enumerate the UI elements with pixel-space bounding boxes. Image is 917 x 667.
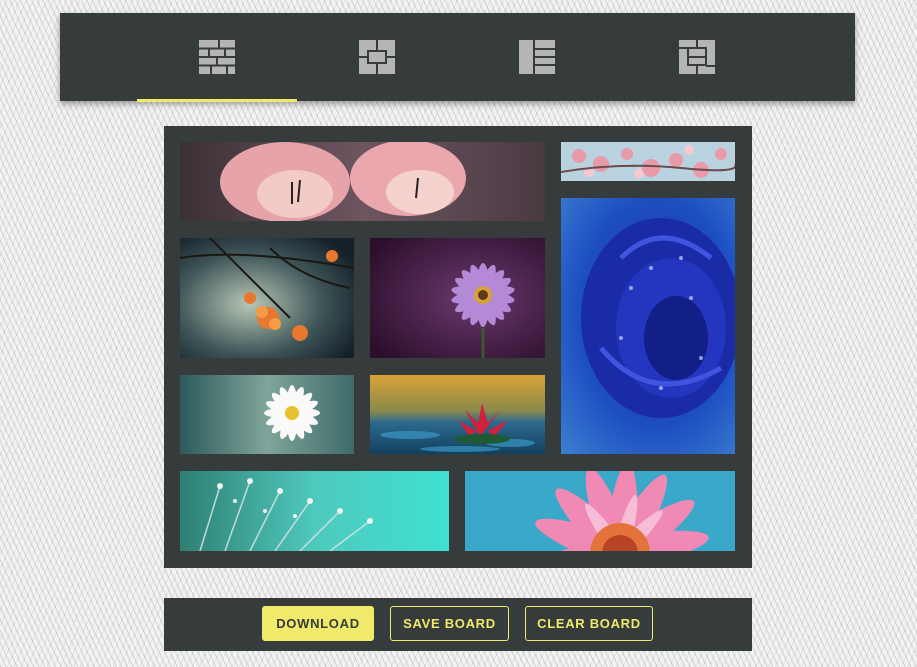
photo-tile-purple-daisy[interactable] bbox=[370, 238, 545, 358]
photo-tile-white-daisy[interactable] bbox=[180, 375, 354, 454]
layout-tab-bar bbox=[60, 13, 855, 102]
tab-brick-layout[interactable] bbox=[137, 13, 297, 102]
frame-layout-icon bbox=[679, 40, 715, 74]
tab-column-layout[interactable] bbox=[457, 13, 617, 101]
cross-layout-icon bbox=[359, 40, 395, 74]
photo-tile-blue-rose[interactable] bbox=[561, 198, 735, 454]
download-button[interactable]: DOWNLOAD bbox=[262, 606, 374, 641]
photo-tile-cherry-blossoms[interactable] bbox=[561, 142, 735, 181]
clear-board-button[interactable]: CLEAR BOARD bbox=[525, 606, 653, 641]
save-board-button[interactable]: SAVE BOARD bbox=[390, 606, 509, 641]
photo-tile-pink-gerbera[interactable] bbox=[465, 471, 735, 551]
tab-frame-layout[interactable] bbox=[617, 13, 777, 101]
photo-tile-water-lily[interactable] bbox=[370, 375, 545, 454]
photo-tile-dandelion[interactable] bbox=[180, 471, 449, 551]
board-actions-bar: DOWNLOAD SAVE BOARD CLEAR BOARD bbox=[164, 598, 752, 651]
tab-cross-layout[interactable] bbox=[297, 13, 457, 101]
photo-tile-tulips[interactable] bbox=[180, 142, 545, 221]
brick-layout-icon bbox=[199, 40, 235, 74]
photo-tile-orange-blossoms[interactable] bbox=[180, 238, 354, 358]
column-layout-icon bbox=[519, 40, 555, 74]
mood-board bbox=[164, 126, 752, 568]
